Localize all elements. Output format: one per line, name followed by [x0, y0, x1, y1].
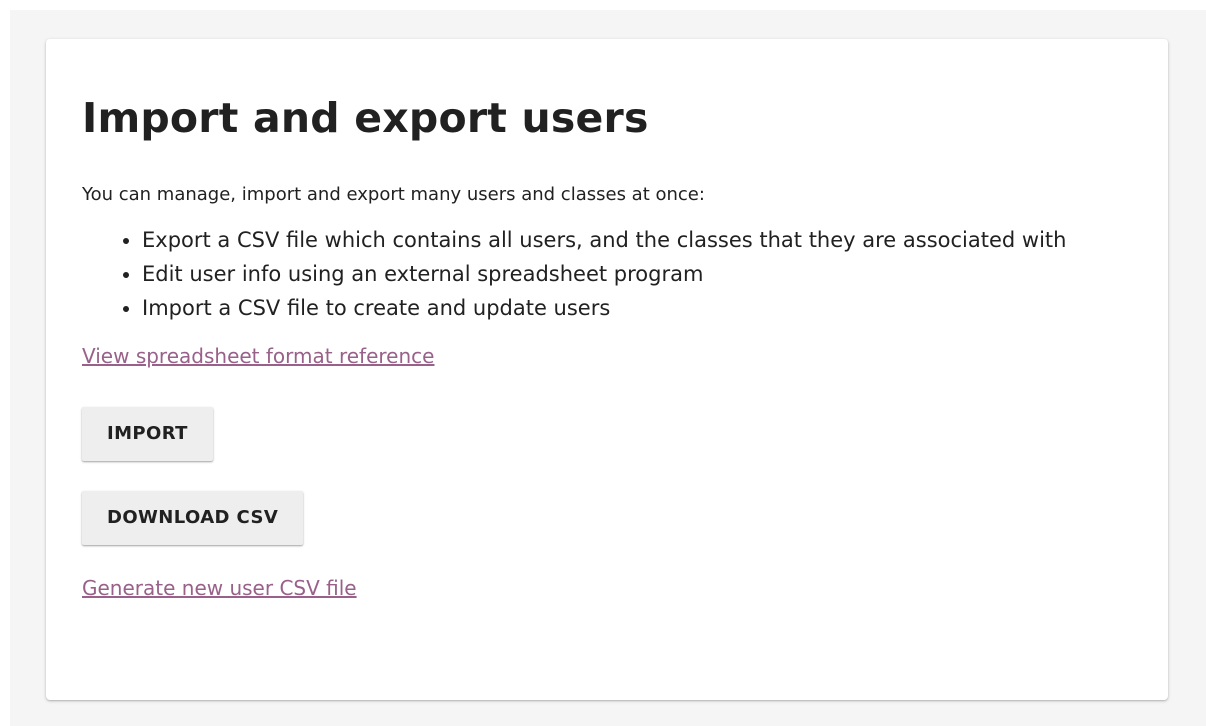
generate-user-csv-link[interactable]: Generate new user CSV file — [82, 574, 357, 602]
import-export-card: Import and export users You can manage, … — [46, 39, 1168, 700]
list-item: Import a CSV file to create and update u… — [142, 291, 1132, 325]
spreadsheet-format-reference-link[interactable]: View spreadsheet format reference — [82, 342, 434, 370]
list-item: Export a CSV file which contains all use… — [142, 223, 1132, 257]
intro-text: You can manage, import and export many u… — [82, 184, 705, 205]
page-title: Import and export users — [82, 94, 649, 142]
list-item: Edit user info using an external spreads… — [142, 257, 1132, 291]
feature-list: Export a CSV file which contains all use… — [82, 223, 1132, 325]
import-button[interactable]: IMPORT — [82, 407, 213, 461]
download-csv-button[interactable]: DOWNLOAD CSV — [82, 491, 304, 545]
